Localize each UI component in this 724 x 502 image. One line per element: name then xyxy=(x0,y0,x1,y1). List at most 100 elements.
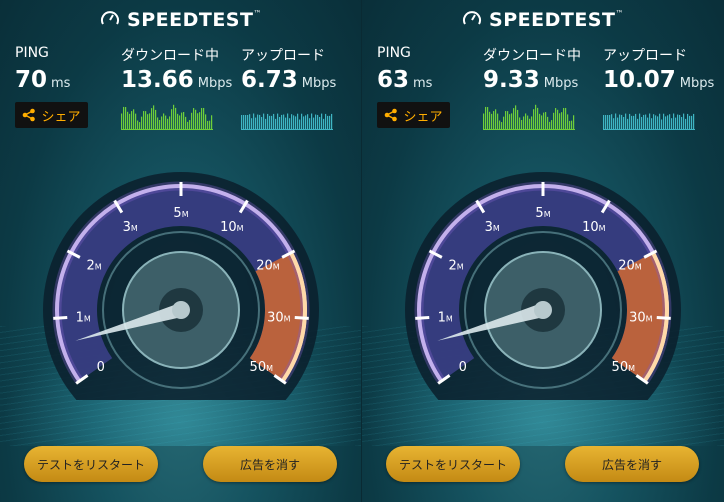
speed-gauge: 01M2M3M5M10M20M30M50M xyxy=(405,172,681,400)
graph-bar xyxy=(275,118,277,130)
download-graph xyxy=(483,104,575,130)
app-header: SPEEDTEST™ xyxy=(0,9,362,31)
graph-bar xyxy=(321,113,323,130)
gauge-tick-label: 0 xyxy=(97,360,105,375)
ping-number: 63 xyxy=(377,67,410,93)
graph-bar xyxy=(649,113,651,130)
restart-test-button[interactable]: テストをリスタート xyxy=(24,446,158,482)
download-number: 9.33 xyxy=(483,67,540,93)
upload-graph xyxy=(241,113,333,130)
graph-bar xyxy=(167,118,169,130)
upload-value: 6.73 Mbps xyxy=(241,67,336,93)
graph-bar xyxy=(205,114,207,130)
graph-bar xyxy=(149,113,151,130)
graph-bar xyxy=(677,114,679,130)
graph-bar xyxy=(283,114,285,130)
graph-bar xyxy=(253,113,255,130)
graph-bar xyxy=(293,115,295,130)
graph-bar xyxy=(189,120,191,130)
upload-graph xyxy=(603,113,695,130)
graph-bar xyxy=(133,109,135,130)
graph-bar xyxy=(207,120,209,130)
graph-bar xyxy=(561,112,563,130)
needle-cap xyxy=(172,301,190,319)
graph-bar xyxy=(653,114,655,130)
download-unit: Mbps xyxy=(543,76,579,91)
graph-bar xyxy=(639,113,641,130)
graph-bar xyxy=(271,115,273,130)
share-button[interactable]: シェア xyxy=(377,102,450,128)
graph-bar xyxy=(295,116,297,130)
gauge-tick xyxy=(415,315,430,320)
graph-bar xyxy=(521,119,523,130)
graph-bar xyxy=(171,109,173,130)
share-button[interactable]: シェア xyxy=(15,102,88,128)
download-label: ダウンロード中 xyxy=(483,48,581,64)
download-unit: Mbps xyxy=(197,76,233,91)
needle-cap xyxy=(534,301,552,319)
ping-label: PING xyxy=(377,45,411,61)
graph-bar xyxy=(635,113,637,130)
graph-bar xyxy=(131,111,133,130)
graph-bar xyxy=(159,119,161,130)
graph-bar xyxy=(147,114,149,130)
graph-bar xyxy=(629,113,631,130)
share-label: シェア xyxy=(41,109,81,125)
graph-bar xyxy=(199,112,201,130)
graph-bar xyxy=(511,113,513,130)
graph-bar xyxy=(177,113,179,130)
graph-bar xyxy=(135,113,137,130)
graph-bar xyxy=(331,113,333,130)
graph-bar xyxy=(545,111,547,130)
graph-bar xyxy=(539,113,541,130)
remove-ads-button[interactable]: 広告を消す xyxy=(565,446,699,482)
graph-bar xyxy=(157,117,159,130)
gauge-tick-unit: M xyxy=(635,263,642,272)
graph-bar xyxy=(155,109,157,130)
graph-bar xyxy=(551,120,553,130)
graph-bar xyxy=(531,116,533,130)
graph-bar xyxy=(183,111,185,130)
graph-bar xyxy=(209,120,211,130)
graph-bar xyxy=(675,117,677,130)
graph-bar xyxy=(141,116,143,130)
gauge-tick-unit: M xyxy=(266,364,273,373)
graph-bar xyxy=(201,108,203,130)
gauge-tick-unit: M xyxy=(493,224,500,233)
upload-label: アップロード xyxy=(603,48,687,64)
trademark: ™ xyxy=(253,9,262,18)
graph-bar xyxy=(647,117,649,130)
logo-text: SPEEDTEST xyxy=(127,9,254,31)
graph-bar xyxy=(303,116,305,130)
graph-bar xyxy=(319,116,321,130)
speedtest-panel-2: SPEEDTEST™ PING 63 ms ダウンロード中 9.33 Mbps アッ… xyxy=(362,0,724,502)
upload-number: 10.07 xyxy=(603,67,676,93)
graph-bar xyxy=(267,113,269,130)
gauge-tick xyxy=(53,315,68,320)
graph-bar xyxy=(507,111,509,130)
graph-bar xyxy=(607,115,609,130)
graph-bar xyxy=(153,105,155,130)
restart-test-button[interactable]: テストをリスタート xyxy=(386,446,520,482)
remove-ads-button[interactable]: 広告を消す xyxy=(203,446,337,482)
graph-bar xyxy=(161,116,163,130)
graph-bar xyxy=(129,113,131,130)
graph-bar xyxy=(169,116,171,130)
graph-bar xyxy=(689,115,691,130)
graph-bar xyxy=(625,113,627,130)
upload-unit: Mbps xyxy=(679,76,715,91)
graph-bar xyxy=(123,106,125,130)
download-number: 13.66 xyxy=(121,67,194,93)
graph-bar xyxy=(323,118,325,130)
speedometer-logo-icon xyxy=(463,11,482,25)
gauge-tick-unit: M xyxy=(544,210,551,219)
share-icon xyxy=(23,108,36,122)
graph-bar xyxy=(693,113,695,130)
graph-bar xyxy=(121,113,123,130)
graph-bar xyxy=(497,113,499,130)
graph-bar xyxy=(281,114,283,130)
graph-bar xyxy=(523,116,525,130)
graph-bar xyxy=(527,115,529,130)
graph-bar xyxy=(495,109,497,130)
gauge-tick-unit: M xyxy=(95,263,102,272)
